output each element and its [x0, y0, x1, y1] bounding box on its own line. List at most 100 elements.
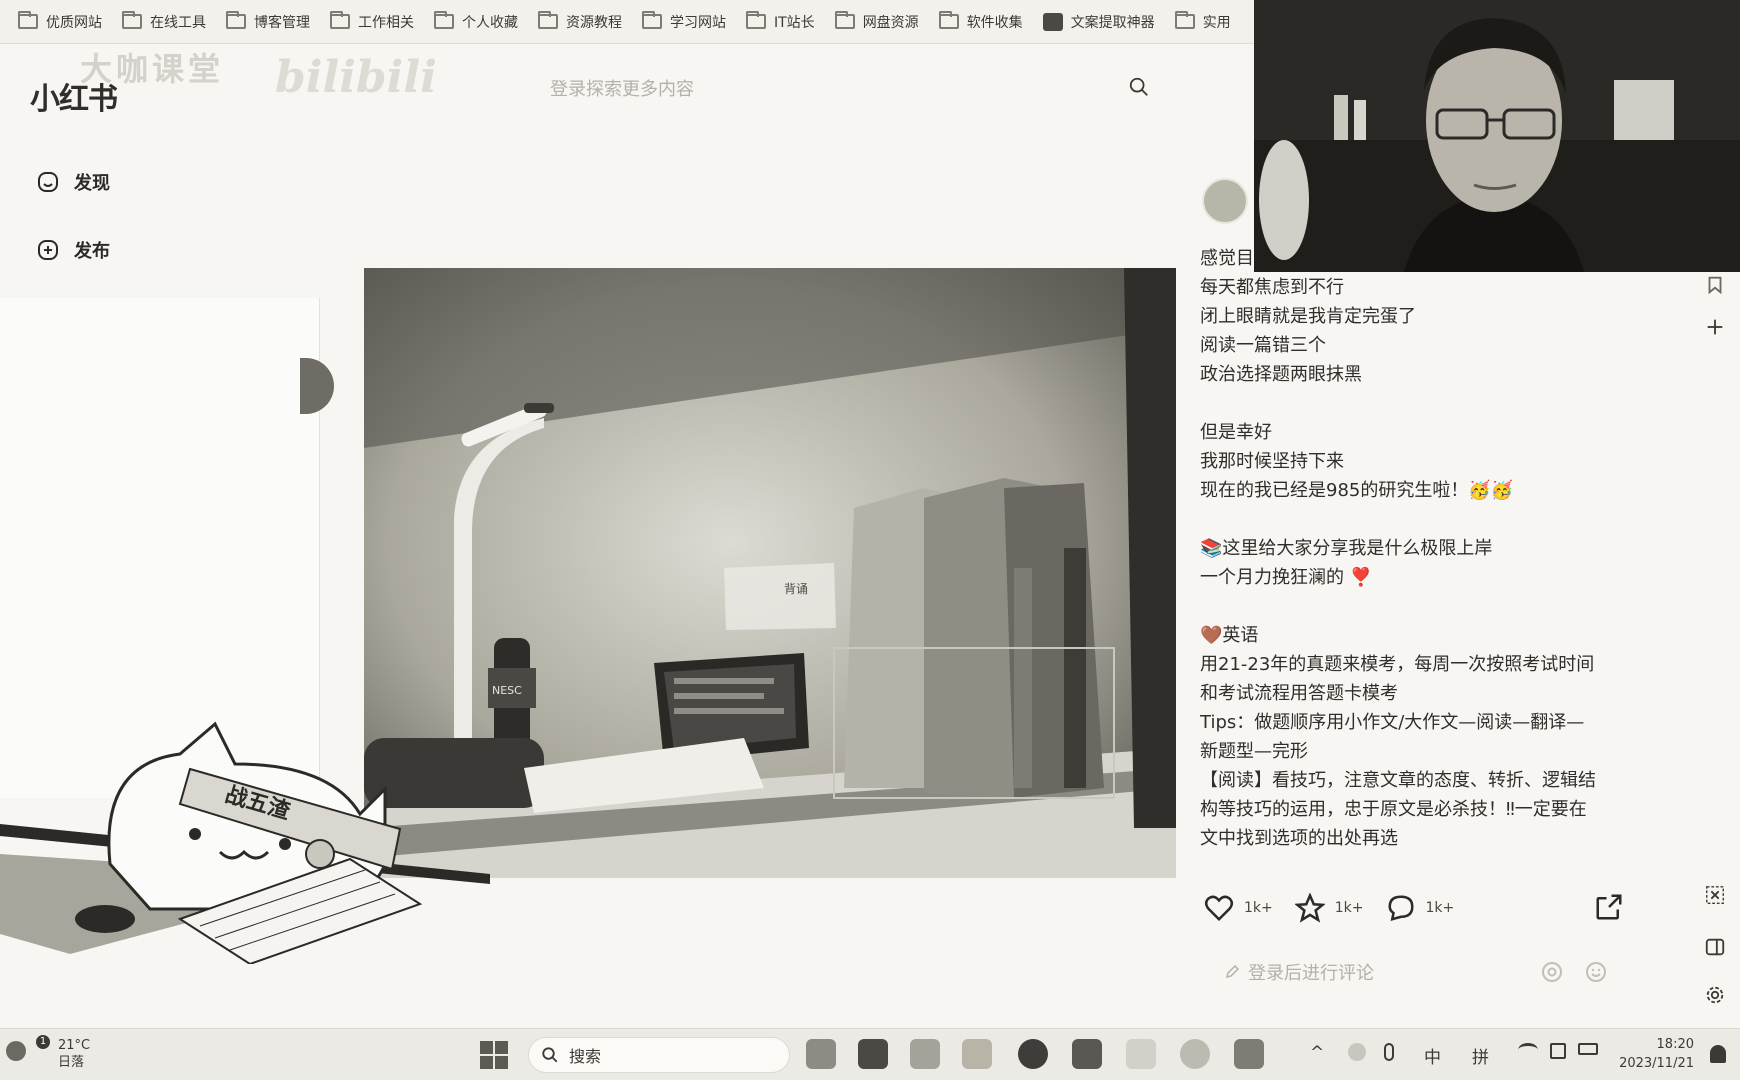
nav-publish[interactable]: 发布: [36, 230, 110, 270]
temperature: 21°C: [58, 1038, 91, 1053]
bookmark-label: 实用: [1202, 14, 1231, 31]
comment-bar[interactable]: 登录后进行评论: [1224, 952, 1624, 992]
note-content: 感觉目 每天都焦虑到不行 闭上眼睛就是我肯定完蛋了 阅读一篇错三个 政治选择题两眼抹黑但…: [1200, 244, 1630, 884]
note-line: 一个月力挽狂澜的 ❣️: [1200, 567, 1373, 588]
note-line: Tips：做题顺序用小作文/大作文—阅读—翻译—: [1200, 712, 1585, 733]
taskbar: 1 21°C 日落 搜索 ^ 中 拼 18:20 2023/11/21: [0, 1028, 1740, 1080]
folder-icon: [434, 11, 454, 29]
bookmark-label: 软件收集: [966, 14, 1023, 31]
like-button[interactable]: 1k+: [1204, 893, 1273, 923]
screenshot-icon[interactable]: [1704, 884, 1726, 906]
teams-app-icon[interactable]: [910, 1039, 940, 1069]
bookmark-label: 网盘资源: [862, 14, 919, 31]
battery-icon[interactable]: [1578, 1043, 1598, 1055]
note-line: 但是幸好: [1200, 422, 1272, 443]
note-spacer: [1200, 592, 1630, 621]
comment-count: 1k+: [1425, 900, 1455, 916]
note-line: 用21-23年的真题来模考，每周一次按照考试时间: [1200, 654, 1595, 675]
note-line: 闭上眼睛就是我肯定完蛋了: [1200, 306, 1416, 327]
bookmark-label: 文案提取神器: [1070, 14, 1155, 31]
author-avatar[interactable]: [1202, 178, 1248, 224]
ime-mode[interactable]: 拼: [1472, 1043, 1489, 1068]
edge-browser-icon[interactable]: [1018, 1039, 1048, 1069]
bookmark-item[interactable]: 优质网站: [10, 7, 110, 37]
wifi-icon[interactable]: [1518, 1043, 1538, 1057]
emoji-icon[interactable]: [1584, 960, 1608, 984]
bookmark-label: IT站长: [774, 14, 815, 31]
tray-app-icon[interactable]: [1348, 1043, 1366, 1061]
bookmark-item[interactable]: 软件收集: [931, 7, 1031, 37]
webcam-overlay: [1254, 0, 1740, 272]
comment-placeholder: 登录后进行评论: [1248, 963, 1374, 984]
bookmark-item[interactable]: 网盘资源: [827, 7, 927, 37]
volume-icon[interactable]: [1550, 1043, 1566, 1059]
settings-icon[interactable]: [1704, 984, 1726, 1006]
bookmark-item[interactable]: 工作相关: [322, 7, 422, 37]
bookmark-item[interactable]: 个人收藏: [426, 7, 526, 37]
note-spacer: [1200, 505, 1630, 534]
bookmark-item[interactable]: 学习网站: [634, 7, 734, 37]
weather-widget[interactable]: 21°C 日落: [58, 1037, 90, 1071]
sticky-note-text: 背诵: [784, 582, 808, 596]
weather-badge: 1: [36, 1035, 50, 1049]
files-app-icon[interactable]: [858, 1039, 888, 1069]
folder-icon: [330, 11, 350, 29]
nav-discover[interactable]: 发现: [36, 162, 110, 202]
note-line: 🤎英语: [1200, 625, 1259, 646]
bookmark-label: 优质网站: [46, 14, 102, 31]
sidebar-toggle-icon[interactable]: [1704, 936, 1726, 958]
bookmark-item[interactable]: 博客管理: [218, 7, 318, 37]
folder-icon: [226, 11, 246, 29]
home-icon: [38, 172, 58, 192]
store-app-icon[interactable]: [1072, 1039, 1102, 1069]
folder-icon: [1174, 11, 1195, 29]
clock-time: 18:20: [1656, 1037, 1694, 1052]
bookmark-label: 在线工具: [150, 14, 206, 31]
notepad-app-icon[interactable]: [1126, 1039, 1156, 1069]
weather-text: 日落: [58, 1055, 85, 1070]
flower-app-icon[interactable]: [1180, 1039, 1210, 1069]
notification-bell-icon[interactable]: [1710, 1045, 1726, 1063]
note-actions: 1k+ 1k+ 1k+: [1204, 888, 1624, 928]
taskbar-search-icon: [542, 1047, 558, 1063]
file-explorer-icon[interactable]: [962, 1039, 992, 1069]
search-bar[interactable]: 登录探索更多内容: [520, 64, 1160, 112]
search-icon[interactable]: [1128, 76, 1150, 98]
favorites-icon[interactable]: [1704, 274, 1726, 296]
note-line: 构等技巧的运用，忠于原文是必杀技！‼一定要在: [1200, 799, 1587, 820]
bookmark-label: 个人收藏: [462, 14, 518, 31]
note-line: 📚这里给大家分享我是什么极限上岸: [1200, 538, 1493, 559]
microphone-icon[interactable]: [1384, 1043, 1394, 1061]
share-icon[interactable]: [1594, 892, 1624, 922]
bookmark-item[interactable]: IT站长: [738, 7, 823, 37]
folder-icon: [538, 11, 558, 29]
site-logo[interactable]: 小红书: [30, 74, 118, 118]
taskbar-search[interactable]: 搜索: [528, 1037, 790, 1073]
phone-app-icon[interactable]: [1234, 1039, 1264, 1069]
note-line: 政治选择题两眼抹黑: [1200, 364, 1362, 385]
watermark-bilibili: bilibili: [275, 52, 437, 103]
mention-icon[interactable]: [1540, 960, 1564, 984]
bookmark-label: 博客管理: [254, 14, 310, 31]
note-line: 每天都焦虑到不行: [1200, 277, 1344, 298]
collect-button[interactable]: 1k+: [1294, 893, 1364, 923]
bookmark-item[interactable]: 文案提取神器: [1035, 7, 1163, 37]
system-clock[interactable]: 18:20 2023/11/21: [1619, 1035, 1694, 1073]
bookmark-item[interactable]: 资源教程: [530, 7, 630, 37]
bookmark-item[interactable]: 在线工具: [114, 7, 214, 37]
panel-handle[interactable]: [300, 358, 334, 414]
app-icon: [1042, 12, 1063, 31]
folder-icon: [834, 11, 855, 29]
tray-chevron-icon[interactable]: ^: [1310, 1043, 1324, 1063]
weather-icon[interactable]: [6, 1041, 26, 1061]
note-line: 和考试流程用答题卡模考: [1200, 683, 1398, 704]
comment-icon: [1387, 895, 1414, 922]
premiere-app-icon[interactable]: [806, 1039, 836, 1069]
add-icon[interactable]: [1704, 316, 1726, 338]
start-button[interactable]: [480, 1041, 508, 1069]
comment-button[interactable]: 1k+: [1386, 893, 1455, 923]
bookmark-item[interactable]: 实用: [1167, 7, 1239, 37]
bottle-label: NESC: [492, 684, 522, 697]
collect-count: 1k+: [1334, 900, 1364, 916]
ime-language[interactable]: 中: [1424, 1043, 1441, 1068]
